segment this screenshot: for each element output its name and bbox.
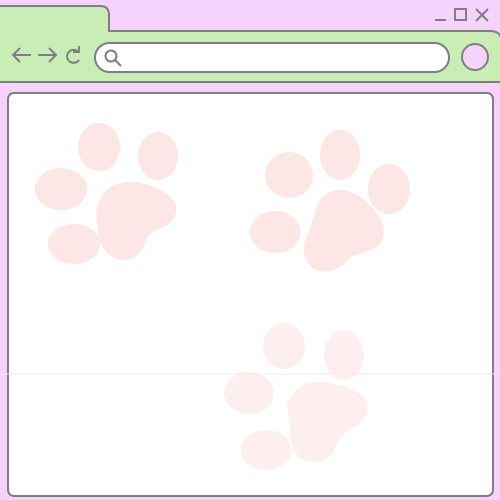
browser-chrome (0, 0, 500, 500)
browser-window (0, 0, 500, 500)
address-input[interactable] (125, 45, 440, 71)
profile-circle-icon[interactable] (461, 43, 489, 71)
